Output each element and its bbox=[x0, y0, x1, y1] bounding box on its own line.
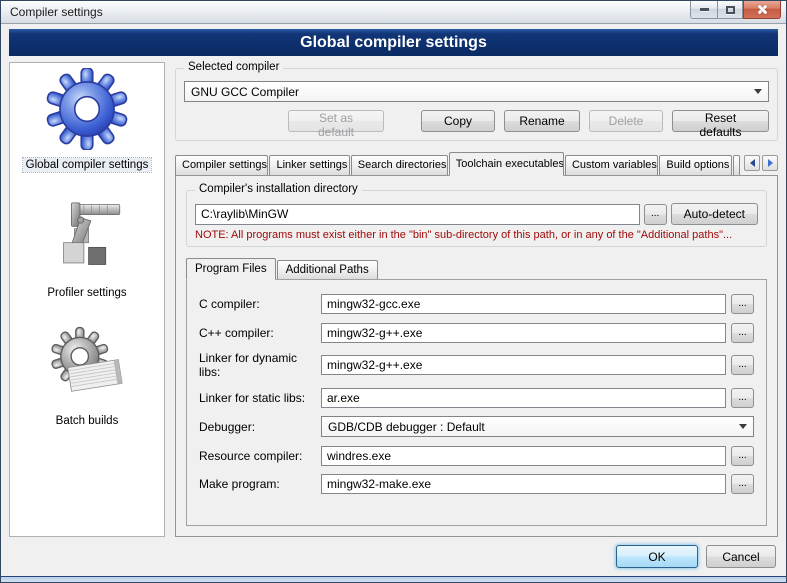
c-compiler-browse-button[interactable]: ... bbox=[731, 294, 754, 314]
linker-static-browse-button[interactable]: ... bbox=[731, 388, 754, 408]
minimize-button[interactable] bbox=[690, 1, 717, 19]
chevron-down-icon bbox=[739, 424, 747, 429]
field-label: Make program: bbox=[199, 477, 321, 491]
sidebar-item-global-compiler-settings[interactable]: Global compiler settings bbox=[23, 68, 152, 172]
field-label: Resource compiler: bbox=[199, 449, 321, 463]
field-label: Linker for static libs: bbox=[199, 391, 321, 405]
toolchain-executables-page: Compiler's installation directory ... Au… bbox=[175, 175, 778, 537]
field-row-c-compiler: C compiler: ... bbox=[199, 294, 754, 314]
delete-button: Delete bbox=[589, 110, 663, 132]
tab-scroll-buttons bbox=[741, 155, 778, 171]
resource-compiler-input[interactable] bbox=[321, 446, 726, 466]
field-row-make-program: Make program: ... bbox=[199, 474, 754, 494]
maximize-button[interactable] bbox=[717, 1, 743, 19]
close-button[interactable] bbox=[743, 1, 781, 19]
settings-tabs: Compiler settings Linker settings Search… bbox=[175, 151, 778, 175]
installation-directory-group-label: Compiler's installation directory bbox=[195, 183, 362, 195]
subtab-additional-paths[interactable]: Additional Paths bbox=[277, 260, 378, 279]
dialog-footer: OK Cancel bbox=[9, 537, 778, 572]
tab-build-options[interactable]: Build options bbox=[659, 155, 732, 175]
subtab-program-files[interactable]: Program Files bbox=[186, 258, 276, 280]
tab-scroll-left-button[interactable] bbox=[744, 155, 760, 171]
blue-gear-icon bbox=[46, 68, 128, 153]
tab-toolchain-executables[interactable]: Toolchain executables bbox=[449, 152, 564, 176]
installation-directory-browse-button[interactable]: ... bbox=[644, 204, 667, 225]
debugger-select[interactable]: GDB/CDB debugger : Default bbox=[321, 416, 754, 437]
debugger-select-value: GDB/CDB debugger : Default bbox=[328, 420, 485, 434]
main-panel: Selected compiler GNU GCC Compiler Set a… bbox=[175, 62, 778, 537]
tab-clipped[interactable] bbox=[733, 155, 740, 175]
dialog-content: Global compiler settings bbox=[9, 62, 778, 537]
linker-static-input[interactable] bbox=[321, 388, 726, 408]
set-as-default-button: Set as default bbox=[288, 110, 384, 132]
tab-search-directories[interactable]: Search directories bbox=[351, 155, 448, 175]
arrow-left-icon bbox=[750, 159, 755, 167]
maximize-icon bbox=[726, 6, 735, 14]
resource-compiler-browse-button[interactable]: ... bbox=[731, 446, 754, 466]
field-label: C compiler: bbox=[199, 297, 321, 311]
installation-directory-input[interactable] bbox=[195, 204, 640, 225]
cpp-compiler-browse-button[interactable]: ... bbox=[731, 323, 754, 343]
sidebar-item-batch-builds[interactable]: Batch builds bbox=[47, 326, 127, 428]
dialog-header: Global compiler settings bbox=[9, 29, 778, 56]
field-row-cpp-compiler: C++ compiler: ... bbox=[199, 323, 754, 343]
compiler-settings-window: Compiler settings Global compiler settin… bbox=[0, 0, 787, 583]
selected-compiler-group: Selected compiler GNU GCC Compiler Set a… bbox=[175, 68, 778, 141]
titlebar[interactable]: Compiler settings bbox=[1, 1, 786, 24]
field-label: Linker for dynamic libs: bbox=[199, 351, 321, 379]
caliper-icon bbox=[48, 198, 126, 281]
field-row-linker-dynamic: Linker for dynamic libs: ... bbox=[199, 351, 754, 379]
field-row-resource-compiler: Resource compiler: ... bbox=[199, 446, 754, 466]
cpp-compiler-input[interactable] bbox=[321, 323, 726, 343]
copy-button[interactable]: Copy bbox=[421, 110, 495, 132]
auto-detect-button[interactable]: Auto-detect bbox=[671, 203, 758, 225]
reset-defaults-button[interactable]: Reset defaults bbox=[672, 110, 769, 132]
arrow-right-icon bbox=[768, 159, 773, 167]
tab-scroll-right-button[interactable] bbox=[762, 155, 778, 171]
installation-directory-row: ... Auto-detect bbox=[195, 203, 758, 225]
ok-button[interactable]: OK bbox=[616, 545, 698, 568]
compiler-select[interactable]: GNU GCC Compiler bbox=[184, 81, 769, 102]
minimize-icon bbox=[700, 8, 709, 11]
field-row-debugger: Debugger: GDB/CDB debugger : Default bbox=[199, 416, 754, 437]
tab-custom-variables[interactable]: Custom variables bbox=[565, 155, 658, 175]
tab-compiler-settings[interactable]: Compiler settings bbox=[175, 155, 268, 175]
tab-linker-settings[interactable]: Linker settings bbox=[269, 155, 349, 175]
compiler-select-value: GNU GCC Compiler bbox=[191, 85, 299, 99]
window-bottom-frame bbox=[1, 576, 786, 582]
field-label: C++ compiler: bbox=[199, 326, 321, 340]
linker-dynamic-browse-button[interactable]: ... bbox=[731, 355, 754, 375]
close-icon bbox=[757, 4, 768, 15]
page-title: Global compiler settings bbox=[300, 34, 487, 52]
toolchain-subtabs: Program Files Additional Paths bbox=[186, 257, 767, 279]
selected-compiler-group-label: Selected compiler bbox=[184, 61, 283, 73]
settings-sidebar: Global compiler settings bbox=[9, 62, 165, 537]
window-controls bbox=[690, 1, 786, 23]
bin-subdirectory-note: NOTE: All programs must exist either in … bbox=[195, 229, 758, 241]
linker-dynamic-input[interactable] bbox=[321, 355, 726, 375]
dialog-body: Global compiler settings bbox=[1, 24, 786, 576]
c-compiler-input[interactable] bbox=[321, 294, 726, 314]
field-row-linker-static: Linker for static libs: ... bbox=[199, 388, 754, 408]
cancel-button[interactable]: Cancel bbox=[706, 545, 776, 568]
sidebar-item-label: Profiler settings bbox=[44, 286, 129, 300]
chevron-down-icon bbox=[754, 89, 762, 94]
compiler-buttons-row: Set as default Copy Rename Delete Reset … bbox=[184, 110, 769, 132]
sidebar-item-label: Global compiler settings bbox=[23, 158, 152, 172]
installation-directory-group: Compiler's installation directory ... Au… bbox=[186, 190, 767, 247]
sidebar-item-profiler-settings[interactable]: Profiler settings bbox=[44, 198, 129, 300]
window-title: Compiler settings bbox=[10, 5, 103, 19]
program-files-page: C compiler: ... C++ compiler: ... bbox=[186, 279, 767, 526]
field-label: Debugger: bbox=[199, 420, 321, 434]
gray-gear-stack-icon bbox=[47, 326, 127, 409]
make-program-browse-button[interactable]: ... bbox=[731, 474, 754, 494]
make-program-input[interactable] bbox=[321, 474, 726, 494]
rename-button[interactable]: Rename bbox=[504, 110, 580, 132]
sidebar-item-label: Batch builds bbox=[53, 414, 122, 428]
